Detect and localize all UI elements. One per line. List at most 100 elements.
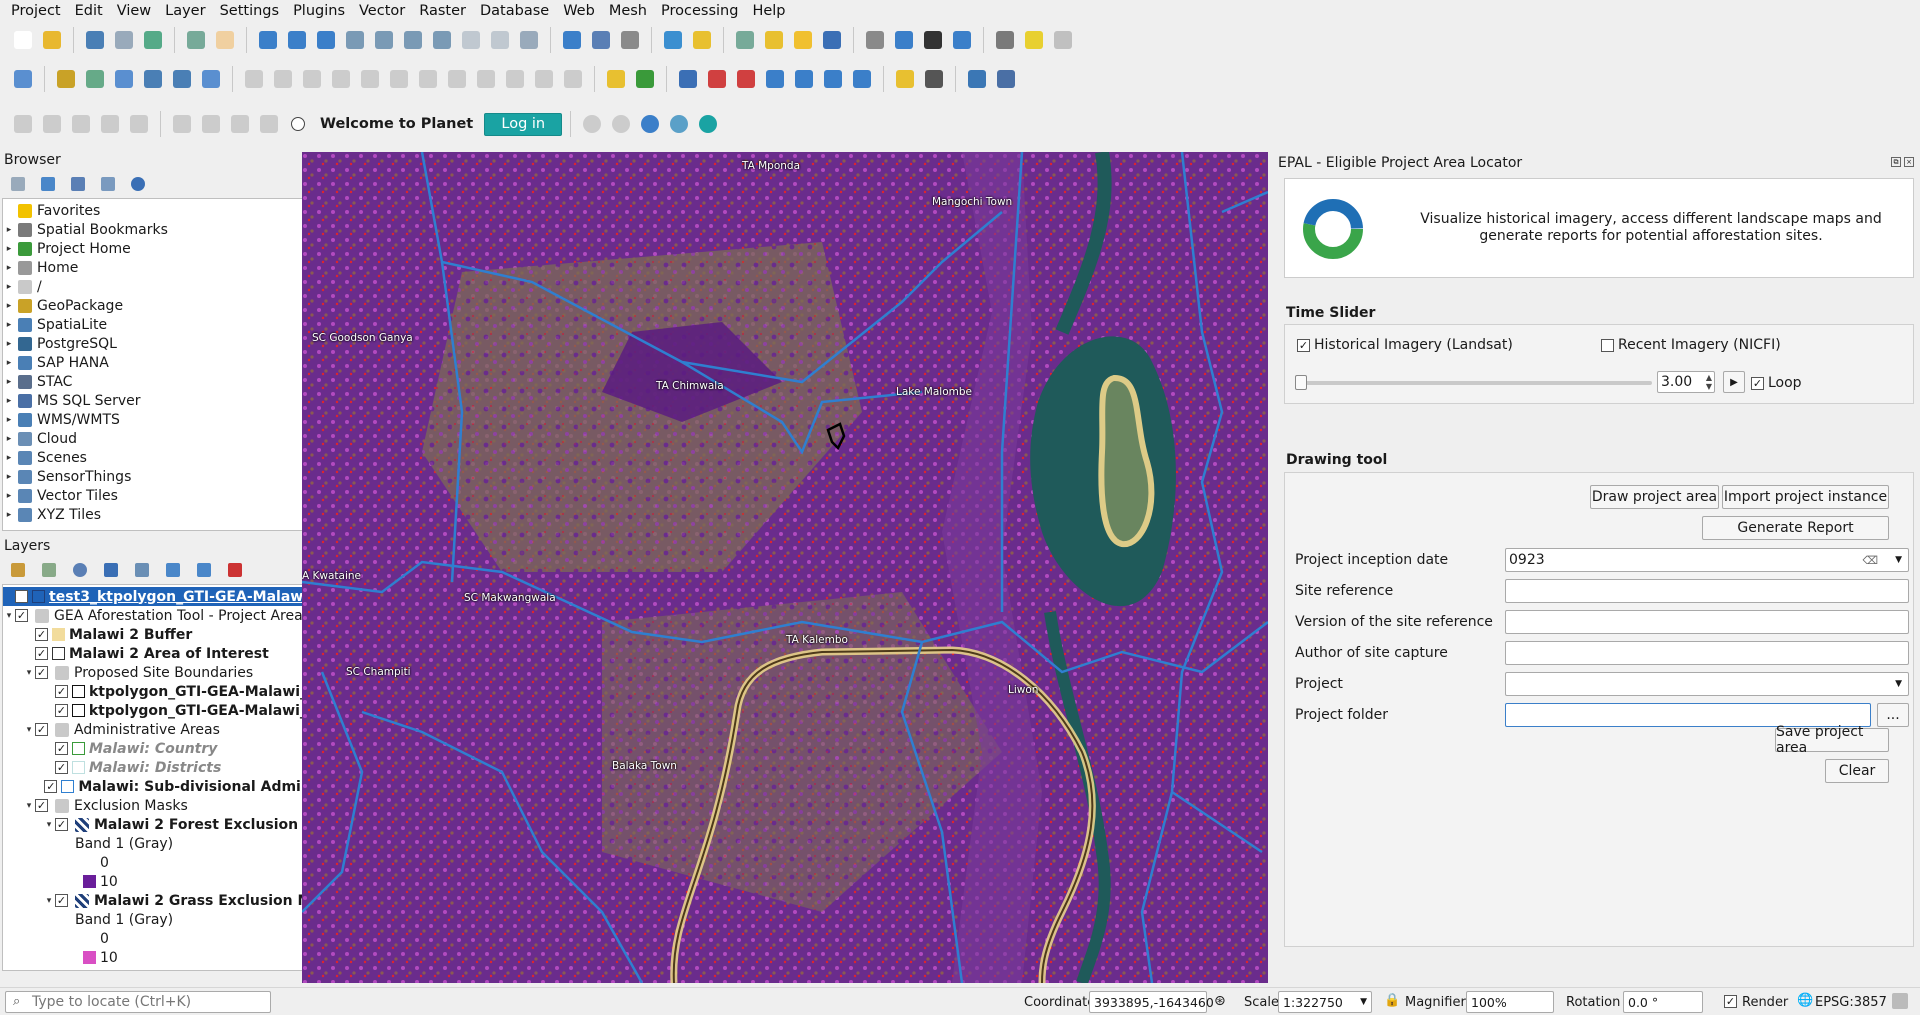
expand-arrow-icon[interactable]: ▸ xyxy=(3,320,15,330)
main-tool-33-icon[interactable] xyxy=(1050,27,1076,53)
main-tool-6-icon[interactable] xyxy=(183,27,209,53)
expression-filter-icon[interactable] xyxy=(135,563,149,577)
main-tool-7-icon[interactable] xyxy=(212,27,238,53)
plugin-tool-24-icon[interactable] xyxy=(733,66,759,92)
locator-search-input[interactable]: ⌕ Type to locate (Ctrl+K) xyxy=(5,991,271,1013)
menu-mesh[interactable]: Mesh xyxy=(602,3,654,19)
main-tool-28-icon[interactable] xyxy=(891,27,917,53)
browser-item-spatial-bookmarks[interactable]: ▸ Spatial Bookmarks xyxy=(3,220,347,239)
site-reference-version-input[interactable] xyxy=(1505,610,1909,634)
speed-spinbox[interactable]: 3.00 ▲ ▼ xyxy=(1657,371,1715,393)
recent-imagery-option[interactable]: Recent Imagery (NICFI) xyxy=(1601,337,1781,353)
browser-item-favorites[interactable]: Favorites xyxy=(3,201,347,220)
main-tool-14-icon[interactable] xyxy=(429,27,455,53)
selection-tool-4-icon[interactable] xyxy=(97,111,123,137)
expand-all-icon[interactable] xyxy=(166,563,180,577)
menu-vector[interactable]: Vector xyxy=(352,3,412,19)
plugin-tool-32-icon[interactable] xyxy=(993,66,1019,92)
layer-visibility-checkbox[interactable]: ✓ xyxy=(35,799,48,812)
selection-tool-2-icon[interactable] xyxy=(39,111,65,137)
plugin-tool-9-icon[interactable] xyxy=(270,66,296,92)
menu-database[interactable]: Database xyxy=(473,3,556,19)
main-tool-21-icon[interactable] xyxy=(660,27,686,53)
map-canvas[interactable]: TA Mponda Mangochi Town SC Goodson Ganya TA… xyxy=(302,152,1268,983)
spin-arrows-icon[interactable]: ▲ ▼ xyxy=(1706,373,1712,391)
selection-tool-5-icon[interactable] xyxy=(126,111,152,137)
layer-visibility-checkbox[interactable]: ✓ xyxy=(54,704,68,717)
layer-visibility-checkbox[interactable]: ✓ xyxy=(35,647,48,660)
plugin-tool-31-icon[interactable] xyxy=(964,66,990,92)
rotation-spinbox[interactable]: 0.0 ° xyxy=(1623,991,1703,1013)
menu-layer[interactable]: Layer xyxy=(158,3,212,19)
layer-item[interactable]: ✓ test3_ktpolygon_GTI-GEA-Malawi_2_ xyxy=(3,587,347,606)
plugin-tool-25-icon[interactable] xyxy=(762,66,788,92)
layer-group[interactable]: ▾ ✓ GEA Aforestation Tool - Project Area xyxy=(3,606,347,625)
visibility-icon[interactable] xyxy=(73,563,87,577)
planet-tool-1-icon[interactable] xyxy=(579,111,605,137)
plugin-tool-17-icon[interactable] xyxy=(502,66,528,92)
expand-arrow-icon[interactable]: ▾ xyxy=(3,611,15,621)
main-tool-30-icon[interactable] xyxy=(949,27,975,53)
layer-visibility-checkbox[interactable]: ✓ xyxy=(55,685,68,698)
loop-option[interactable]: ✓ Loop xyxy=(1751,375,1802,391)
plugin-tool-30-icon[interactable] xyxy=(921,66,947,92)
layer-item[interactable]: ✓ Malawi 2 Area of Interest xyxy=(3,644,347,663)
expand-arrow-icon[interactable]: ▸ xyxy=(3,377,15,387)
main-tool-17-icon[interactable] xyxy=(516,27,542,53)
project-combobox[interactable]: ▼ xyxy=(1505,672,1909,696)
toggle-extents-icon[interactable]: ⊛ xyxy=(1214,993,1226,1009)
menu-view[interactable]: View xyxy=(110,3,158,19)
selection-tool-1-icon[interactable] xyxy=(10,111,36,137)
browser-item-ms-sql-server[interactable]: ▸ MS SQL Server xyxy=(3,391,347,410)
selection-tool-3-icon[interactable] xyxy=(68,111,94,137)
inception-date-field[interactable]: 0923 ⌫ ▼ xyxy=(1505,548,1909,572)
layer-item[interactable]: ▾ ✓ Malawi 2 Grass Exclusion Mask xyxy=(3,891,347,910)
filter-icon[interactable] xyxy=(71,177,85,191)
layer-visibility-checkbox[interactable]: ✓ xyxy=(55,818,68,831)
expand-arrow-icon[interactable]: ▸ xyxy=(3,491,15,501)
main-tool-12-icon[interactable] xyxy=(371,27,397,53)
browser-item-cloud[interactable]: ▸ Cloud xyxy=(3,429,347,448)
browser-item-geopackage[interactable]: ▸ GeoPackage xyxy=(3,296,347,315)
expand-arrow-icon[interactable]: ▸ xyxy=(3,415,15,425)
site-author-input[interactable] xyxy=(1505,641,1909,665)
coordinate-field[interactable]: 3933895,-1643460 xyxy=(1089,991,1214,1013)
expand-arrow-icon[interactable]: ▸ xyxy=(3,510,15,520)
main-tool-20-icon[interactable] xyxy=(617,27,643,53)
layer-item[interactable]: ✓ Malawi: Sub-divisional Administra xyxy=(3,777,347,796)
import-project-instance-button[interactable]: Import project instance xyxy=(1722,485,1889,509)
time-slider-track[interactable] xyxy=(1295,375,1652,390)
filter-legend-icon[interactable] xyxy=(104,563,118,577)
clear-button[interactable]: Clear xyxy=(1825,759,1889,783)
menu-settings[interactable]: Settings xyxy=(213,3,286,19)
plugin-tool-8-icon[interactable] xyxy=(241,66,267,92)
plugin-tool-20-icon[interactable] xyxy=(603,66,629,92)
main-tool-25-icon[interactable] xyxy=(790,27,816,53)
plugin-tool-14-icon[interactable] xyxy=(415,66,441,92)
collapse-all-icon[interactable] xyxy=(101,177,115,191)
expand-arrow-icon[interactable]: ▸ xyxy=(3,358,15,368)
expand-arrow-icon[interactable]: ▸ xyxy=(3,396,15,406)
main-tool-10-icon[interactable] xyxy=(313,27,339,53)
plugin-tool-4-icon[interactable] xyxy=(111,66,137,92)
recent-imagery-checkbox[interactable] xyxy=(1601,338,1614,352)
expand-arrow-icon[interactable]: ▸ xyxy=(3,244,15,254)
time-slider-handle[interactable] xyxy=(1295,375,1307,390)
plugin-tool-28-icon[interactable] xyxy=(849,66,875,92)
main-tool-11-icon[interactable] xyxy=(342,27,368,53)
browser-item-vector-tiles[interactable]: ▸ Vector Tiles xyxy=(3,486,347,505)
browser-item-postgresql[interactable]: ▸ PostgreSQL xyxy=(3,334,347,353)
layer-visibility-checkbox[interactable]: ✓ xyxy=(15,609,28,622)
planet-tool-5-icon[interactable] xyxy=(695,111,721,137)
menu-web[interactable]: Web xyxy=(556,3,602,19)
save-project-area-button[interactable]: Save project area xyxy=(1775,724,1889,756)
expand-arrow-icon[interactable]: ▾ xyxy=(23,725,35,735)
collapse-all-icon[interactable] xyxy=(197,563,211,577)
main-tool-1-icon[interactable] xyxy=(10,27,36,53)
browser-item-wms-wmts[interactable]: ▸ WMS/WMTS xyxy=(3,410,347,429)
refresh-icon[interactable] xyxy=(41,177,55,191)
measure-tool-4-icon[interactable] xyxy=(256,111,282,137)
layer-visibility-checkbox[interactable]: ✓ xyxy=(44,780,58,793)
render-checkbox[interactable]: ✓ xyxy=(1724,995,1737,1008)
main-tool-22-icon[interactable] xyxy=(689,27,715,53)
